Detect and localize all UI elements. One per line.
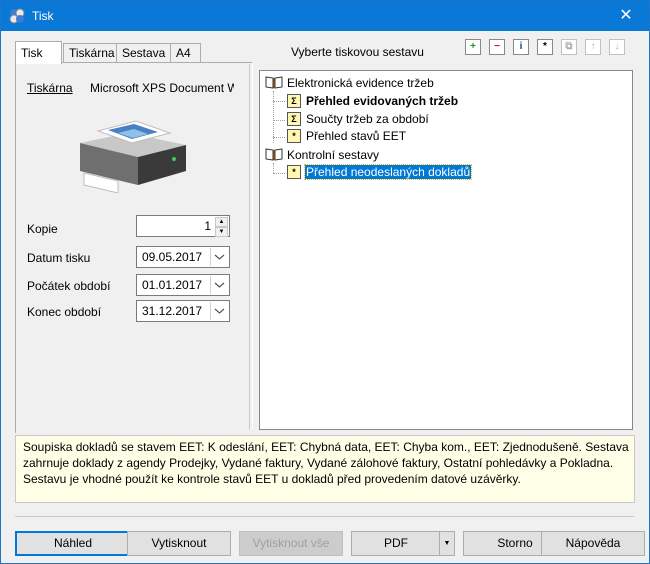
print-date-value: 09.05.2017 [142,250,203,264]
tree-group-label: Elektronická evidence tržeb [287,76,434,90]
pdf-button-label: PDF [384,536,408,550]
tab-a4[interactable]: A4 [170,43,201,63]
tree-line [273,137,285,138]
close-icon[interactable]: ✕ [603,1,649,31]
tree-line [273,163,274,173]
tree-item-label: Součty tržeb za období [306,112,429,126]
printer-value: Microsoft XPS Document W [90,81,234,95]
spin-buttons[interactable]: ▲ ▼ [215,217,228,237]
spin-up-icon[interactable]: ▲ [215,217,228,227]
print-button[interactable]: Vytisknout [127,531,231,556]
tree-line [273,173,285,174]
tree-line [273,120,285,121]
pdf-button[interactable]: PDF ▼ [351,531,455,556]
edit-icon[interactable]: * [537,39,553,55]
tree-item-label: Přehled evidovaných tržeb [306,94,459,108]
printer-label[interactable]: Tiskárna [27,81,73,95]
print-date-field[interactable]: 09.05.2017 [136,246,230,268]
print-dialog: Tisk ✕ Tisk Tiskárna Sestava A4 Tiskárna… [0,0,650,564]
copy-icon[interactable]: ⧉ [561,39,577,55]
tree-item-label: Přehled stavů EET [306,129,407,143]
period-end-value: 31.12.2017 [142,304,203,318]
move-up-icon[interactable]: ↑ [585,39,601,55]
help-button[interactable]: Nápověda [541,531,645,556]
report-description: Soupiska dokladů se stavem EET: K odeslá… [15,435,635,503]
remove-icon[interactable]: − [489,39,505,55]
window-title: Tisk [32,9,54,23]
book-icon [265,76,283,89]
tree-group-label: Kontrolní sestavy [287,148,380,162]
report-list-header: Vyberte tiskovou sestavu [291,45,424,59]
tree-line [273,91,274,143]
tab-tisk[interactable]: Tisk [15,41,62,64]
add-icon[interactable]: + [465,39,481,55]
move-down-icon[interactable]: ↓ [609,39,625,55]
panel-divider [249,64,253,429]
star-report-icon: * [287,129,301,143]
star-report-icon: * [287,165,301,179]
info-icon[interactable]: i [513,39,529,55]
print-all-button[interactable]: Vytisknout vše [239,531,343,556]
copies-value: 1 [204,219,211,233]
period-end-field[interactable]: 31.12.2017 [136,300,230,322]
period-start-field[interactable]: 01.01.2017 [136,274,230,296]
book-icon [265,148,283,161]
copies-label: Kopie [27,222,58,236]
report-tree[interactable]: Elektronická evidence tržeb Σ Přehled ev… [259,70,633,430]
period-end-label: Konec období [27,305,102,319]
description-line: zahrnuje doklady z agendy Prodejky, Vyda… [23,456,614,470]
preview-button[interactable]: Náhled [15,531,131,556]
tree-line [273,101,285,102]
cancel-button-label: Storno [497,536,533,550]
description-line: Sestavu je vhodné použít ke kontrole sta… [23,472,521,486]
separator [15,516,634,517]
print-button-label: Vytisknout [151,536,207,550]
print-all-button-label: Vytisknout vše [252,536,330,550]
title-bar: Tisk ✕ [1,1,649,31]
preview-button-label: Náhled [53,536,93,550]
printer-icon [80,120,186,193]
chevron-down-icon[interactable] [210,276,228,294]
description-line: Soupiska dokladů se stavem EET: K odeslá… [23,440,629,454]
period-start-label: Počátek období [27,279,111,293]
tree-item-label: Přehled neodeslaných dokladů [303,164,473,180]
chevron-down-icon[interactable]: ▼ [439,532,454,555]
app-icon [9,8,25,24]
chevron-down-icon[interactable] [210,248,228,266]
chevron-down-icon[interactable] [210,302,228,320]
spin-down-icon[interactable]: ▼ [215,227,228,237]
help-button-label: Nápověda [565,536,621,550]
tab-tiskarna[interactable]: Tiskárna [63,43,117,63]
sigma-icon: Σ [287,112,301,126]
copies-stepper[interactable]: 1 ▲ ▼ [136,215,230,237]
period-start-value: 01.01.2017 [142,278,203,292]
print-date-label: Datum tisku [27,251,91,265]
tab-sestava[interactable]: Sestava [116,43,171,63]
sigma-icon: Σ [287,94,301,108]
